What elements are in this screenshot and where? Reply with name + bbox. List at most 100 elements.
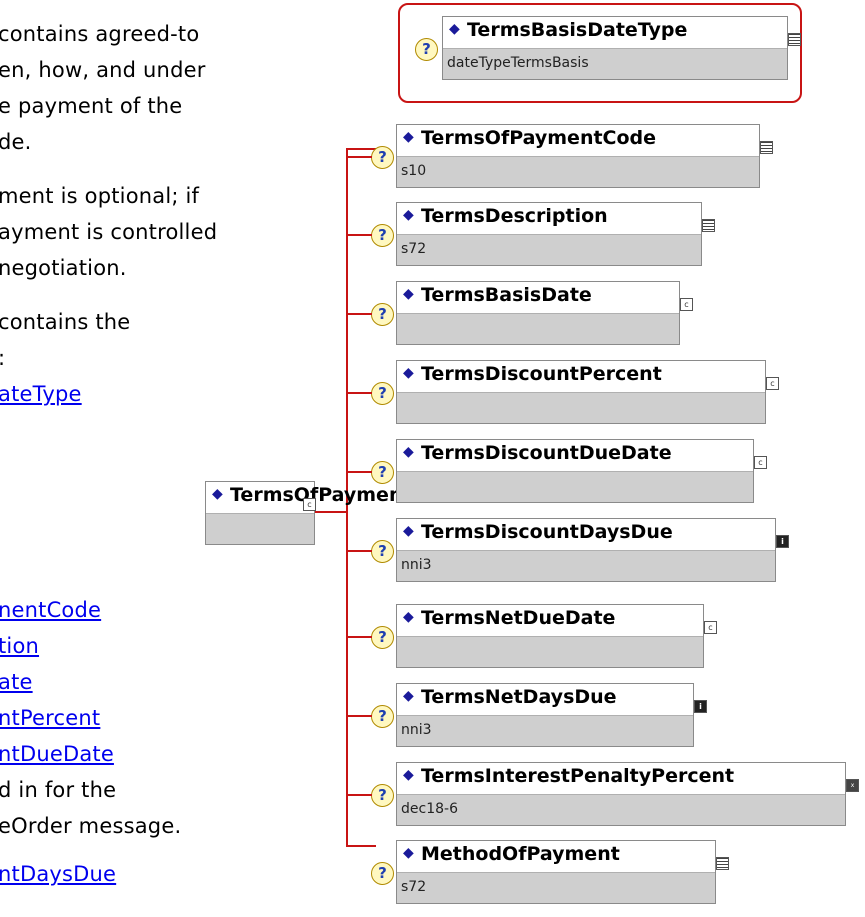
- child-link[interactable]: ntDaysDue: [0, 862, 116, 886]
- list-icon: [702, 219, 715, 232]
- complex-type-icon: c: [303, 498, 316, 511]
- connector-top-branch: [346, 148, 376, 150]
- child-link[interactable]: ate: [0, 670, 33, 694]
- child-element-header: ◆ TermsNetDueDate: [397, 605, 703, 635]
- child-element-box[interactable]: ◆ TermsDiscountPercent c: [396, 360, 779, 424]
- type-link[interactable]: ateType: [0, 382, 82, 406]
- element-diamond-icon: ◆: [212, 486, 223, 502]
- list-icon: [716, 857, 729, 870]
- description-line: contains agreed-to: [0, 22, 200, 46]
- child-element-name: TermsBasisDate: [421, 284, 592, 306]
- child-element-name: TermsDiscountDaysDue: [421, 521, 673, 543]
- help-icon[interactable]: ?: [371, 146, 394, 169]
- child-element-name: TermsNetDueDate: [421, 607, 616, 629]
- element-diamond-icon: ◆: [403, 523, 414, 539]
- child-element-type: [397, 313, 679, 344]
- info-icon: i: [776, 535, 789, 548]
- root-element-name: TermsOfPayment: [230, 484, 412, 506]
- help-icon[interactable]: ?: [371, 862, 394, 885]
- complex-type-icon: c: [754, 456, 767, 469]
- child-element-box[interactable]: ◆ TermsNetDueDate c: [396, 604, 717, 668]
- description-line: e payment of the: [0, 94, 183, 118]
- element-diamond-icon: ◆: [403, 365, 414, 381]
- element-diamond-icon: ◆: [403, 129, 414, 145]
- element-diamond-icon: ◆: [403, 207, 414, 223]
- xs-type-icon: x: [846, 779, 859, 792]
- child-element-box[interactable]: ◆ TermsOfPaymentCode s10: [396, 124, 773, 188]
- help-icon[interactable]: ?: [371, 224, 394, 247]
- child-element-type: dateTypeTermsBasis: [443, 48, 787, 79]
- child-element-name: TermsDiscountPercent: [421, 363, 662, 385]
- child-element-header: ◆ TermsBasisDate: [397, 282, 679, 312]
- child-element-name: MethodOfPayment: [421, 843, 620, 865]
- help-icon[interactable]: ?: [371, 626, 394, 649]
- child-element-header: ◆ TermsDiscountPercent: [397, 361, 765, 391]
- child-element-type: nni3: [397, 715, 693, 746]
- list-icon: [788, 33, 801, 46]
- child-element-type: [397, 636, 703, 667]
- child-element-type: s72: [397, 234, 701, 265]
- description-panel: contains agreed-to en, how, and under e …: [0, 0, 320, 917]
- child-link[interactable]: ntPercent: [0, 706, 100, 730]
- child-element-box[interactable]: ◆ TermsDiscountDueDate c: [396, 439, 767, 503]
- child-element-header: ◆ TermsOfPaymentCode: [397, 125, 759, 155]
- help-icon[interactable]: ?: [371, 461, 394, 484]
- description-line: ment is optional; if: [0, 184, 200, 208]
- connector-branch: [346, 794, 372, 796]
- help-icon[interactable]: ?: [371, 382, 394, 405]
- help-icon[interactable]: ?: [371, 705, 394, 728]
- connector-root: [313, 511, 347, 513]
- child-element-box[interactable]: ◆ TermsDescription s72: [396, 202, 715, 266]
- child-element-header: ◆ TermsNetDaysDue: [397, 684, 693, 714]
- child-element-type: s10: [397, 156, 759, 187]
- child-element-box[interactable]: ◆ TermsBasisDate c: [396, 281, 693, 345]
- info-icon: i: [694, 700, 707, 713]
- root-element-box[interactable]: ◆ TermsOfPayment c: [205, 481, 412, 545]
- child-element-type: dec18-6: [397, 794, 845, 825]
- child-element-type: [397, 392, 765, 423]
- element-diamond-icon: ◆: [403, 767, 414, 783]
- child-element-type: [397, 471, 753, 502]
- child-element-name: TermsNetDaysDue: [421, 686, 617, 708]
- child-element-name: TermsOfPaymentCode: [421, 127, 657, 149]
- child-element-name: TermsDiscountDueDate: [421, 442, 672, 464]
- child-link[interactable]: tion: [0, 634, 39, 658]
- description-line: de.: [0, 130, 32, 154]
- connector-bottom-branch: [346, 845, 376, 847]
- description-line: ayment is controlled: [0, 220, 218, 244]
- element-diamond-icon: ◆: [403, 286, 414, 302]
- child-element-header: ◆ TermsDescription: [397, 203, 701, 233]
- help-icon[interactable]: ?: [371, 540, 394, 563]
- connector-branch: [346, 156, 372, 158]
- child-element-box[interactable]: ◆ TermsDiscountDaysDue nni3 i: [396, 518, 789, 582]
- root-element-header: ◆ TermsOfPayment c: [206, 482, 412, 512]
- child-element-name: TermsBasisDateType: [467, 19, 688, 41]
- child-element-header: ◆ TermsDiscountDaysDue: [397, 519, 775, 549]
- help-icon[interactable]: ?: [371, 303, 394, 326]
- child-element-box[interactable]: ◆ MethodOfPayment s72: [396, 840, 729, 904]
- description-line: d in for the: [0, 778, 117, 802]
- help-icon[interactable]: ?: [415, 38, 438, 61]
- help-icon[interactable]: ?: [371, 784, 394, 807]
- description-line: en, how, and under: [0, 58, 206, 82]
- child-element-box[interactable]: ◆ TermsInterestPenaltyPercent dec18-6 x: [396, 762, 859, 826]
- description-line: :: [0, 346, 5, 370]
- child-link[interactable]: ntDueDate: [0, 742, 114, 766]
- element-diamond-icon: ◆: [403, 609, 414, 625]
- child-element-name: TermsDescription: [421, 205, 608, 227]
- connector-branch: [346, 392, 372, 394]
- connector-branch: [346, 550, 372, 552]
- description-line: negotiation.: [0, 256, 127, 280]
- element-diamond-icon: ◆: [403, 845, 414, 861]
- connector-branch: [346, 471, 372, 473]
- description-line: contains the: [0, 310, 131, 334]
- element-diamond-icon: ◆: [449, 21, 460, 37]
- connector-branch: [346, 636, 372, 638]
- complex-type-icon: c: [680, 298, 693, 311]
- child-link[interactable]: nentCode: [0, 598, 101, 622]
- element-diamond-icon: ◆: [403, 444, 414, 460]
- child-element-box[interactable]: ◆ TermsNetDaysDue nni3 i: [396, 683, 707, 747]
- complex-type-icon: c: [766, 377, 779, 390]
- child-element-type: nni3: [397, 550, 775, 581]
- child-element-box[interactable]: ◆ TermsBasisDateType dateTypeTermsBasis: [442, 16, 801, 80]
